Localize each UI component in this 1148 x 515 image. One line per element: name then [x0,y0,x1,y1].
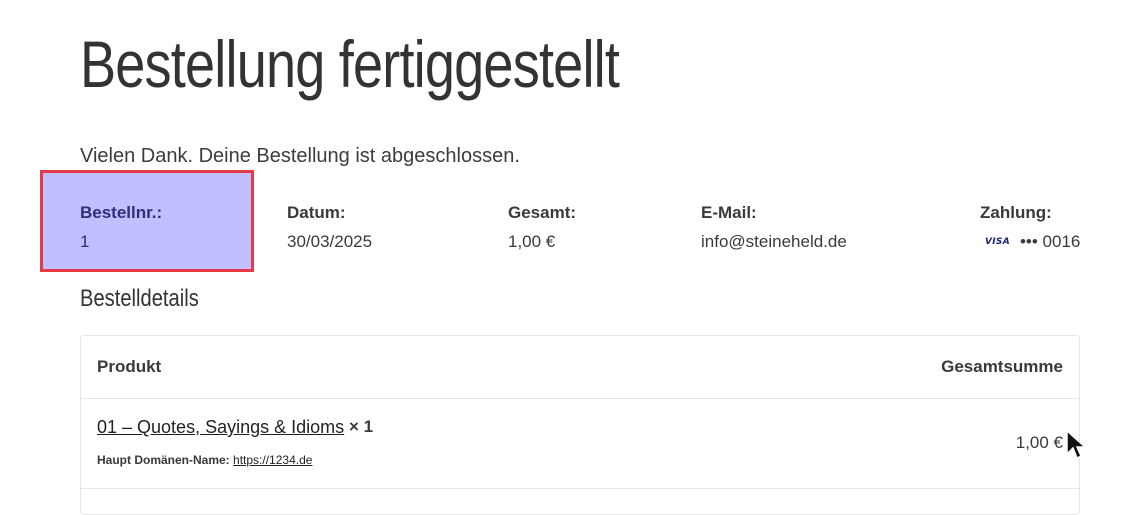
order-number-label: Bestellnr.: [80,203,163,222]
order-number-value: 1 [80,232,90,251]
order-number-item: Bestellnr.: 1 [40,170,254,272]
page-title: Bestellung fertiggestellt [80,27,620,101]
order-overview: Bestellnr.: 1 Datum: 30/03/2025 Gesamt: … [40,170,1100,272]
domain-link[interactable]: https://1234.de [233,453,312,467]
thank-you-message: Vielen Dank. Deine Bestellung ist abgesc… [80,145,520,167]
product-meta-key: Haupt Domänen-Name: [97,453,230,467]
order-details-title: Bestelldetails [80,285,199,312]
order-total-label: Gesamt: [508,203,577,222]
card-digits: ••• 0016 [1019,232,1081,251]
order-date-label: Datum: [287,203,346,222]
row-total: 1,00 € [1015,433,1063,452]
order-date-value: 30/03/2025 [287,232,373,251]
table-header: Produkt Gesamtsumme [81,336,1079,399]
visa-card-icon: VISA [985,237,1010,247]
table-row: 01 – Quotes, Sayings & Idioms × 1 Haupt … [81,398,1079,489]
total-column-header: Gesamtsumme [941,357,1063,376]
product-meta: Haupt Domänen-Name: https://1234.de [97,453,312,467]
order-details-table: Produkt Gesamtsumme 01 – Quotes, Sayings… [80,335,1080,515]
product-quantity: × 1 [349,417,374,436]
order-email-value: info@steineheld.de [701,232,847,251]
product-column-header: Produkt [97,357,162,376]
mouse-cursor-icon [1066,430,1087,460]
order-total-value: 1,00 € [508,232,556,251]
product-link[interactable]: 01 – Quotes, Sayings & Idioms [97,417,344,438]
order-payment-label: Zahlung: [980,203,1052,222]
order-payment-value: VISA ••• 0016 [985,232,1080,252]
order-email-label: E-Mail: [701,203,757,222]
